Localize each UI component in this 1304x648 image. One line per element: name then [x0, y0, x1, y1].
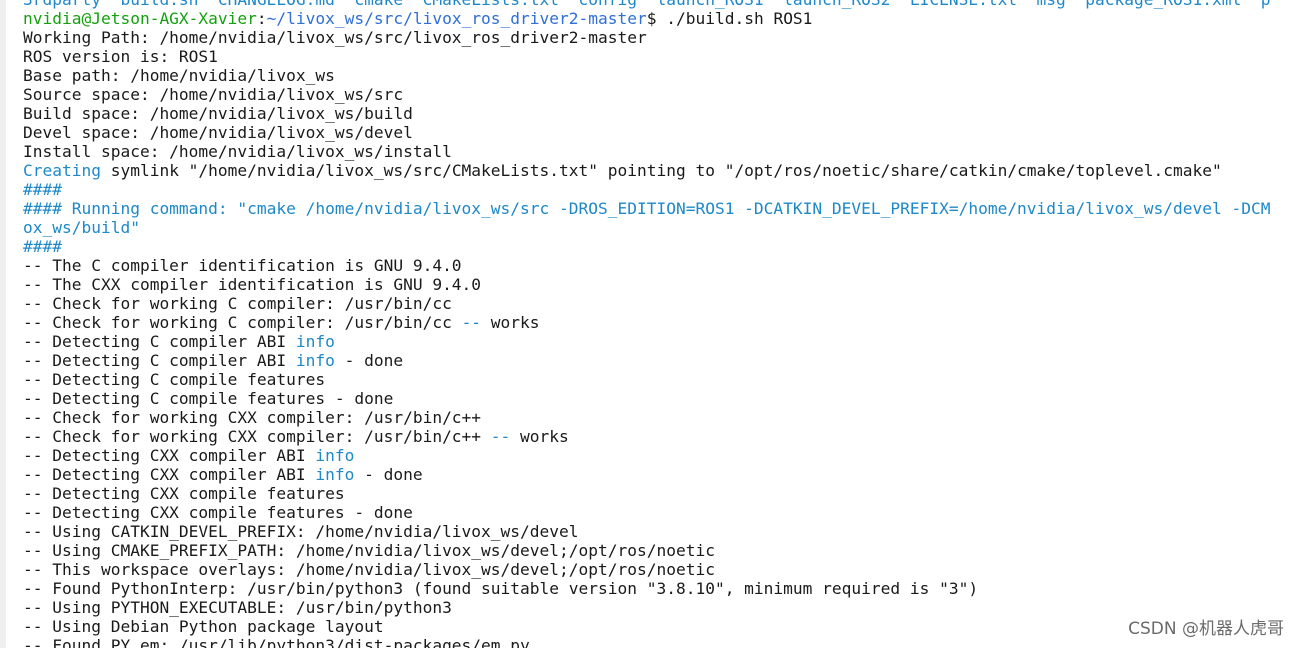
terminal-line: -- Found PythonInterp: /usr/bin/python3 …	[23, 579, 1270, 598]
terminal-text-segment: info	[315, 465, 355, 484]
terminal-line: ####	[23, 237, 1270, 256]
terminal-line: Devel space: /home/nvidia/livox_ws/devel	[23, 123, 1270, 142]
terminal-text-segment: -- Check for working C compiler: /usr/bi…	[23, 313, 462, 332]
csdn-watermark: CSDN @机器人虎哥	[1126, 619, 1286, 639]
terminal-line: -- Detecting C compiler ABI info - done	[23, 351, 1270, 370]
terminal-text-segment: -- Detecting CXX compiler ABI	[23, 446, 316, 465]
terminal-line: -- Check for working CXX compiler: /usr/…	[23, 427, 1270, 446]
terminal-line: -- Check for working C compiler: /usr/bi…	[23, 313, 1270, 332]
terminal-output[interactable]: 3rdparty build.sh CHANGELOG.md cmake CMa…	[23, 0, 1270, 648]
terminal-line: -- Detecting CXX compile features - done	[23, 503, 1270, 522]
terminal-text-segment: --	[461, 313, 482, 332]
prompt-line: nvidia@Jetson-AGX-Xavier:~/livox_ws/src/…	[23, 9, 1270, 28]
terminal-line: -- Using PYTHON_EXECUTABLE: /usr/bin/pyt…	[23, 598, 1270, 617]
terminal-text-segment: Build space: /home/nvidia/livox_ws/build	[23, 104, 413, 123]
terminal-text-segment: info	[315, 446, 355, 465]
terminal-line: Creating symlink "/home/nvidia/livox_ws/…	[23, 161, 1270, 180]
terminal-line: -- This workspace overlays: /home/nvidia…	[23, 560, 1270, 579]
terminal-line: -- Using CATKIN_DEVEL_PREFIX: /home/nvid…	[23, 522, 1270, 541]
terminal-text-segment: -- Found PY_em: /usr/lib/python3/dist-pa…	[23, 636, 530, 648]
terminal-text-segment: -- Detecting C compiler ABI	[23, 351, 296, 370]
terminal-text-segment: -- Detecting CXX compiler ABI	[23, 465, 316, 484]
terminal-text-segment: -- Using CMAKE_PREFIX_PATH: /home/nvidia…	[23, 541, 715, 560]
terminal-text-segment: ####	[23, 237, 62, 256]
terminal-text-segment: 3rdparty build.sh CHANGELOG.md cmake CMa…	[23, 0, 1270, 9]
terminal-line: ox_ws/build"	[23, 218, 1270, 237]
terminal-line: -- Detecting CXX compiler ABI info	[23, 446, 1270, 465]
terminal-text-segment: -- Check for working CXX compiler: /usr/…	[23, 408, 482, 427]
terminal-text-segment: :	[256, 9, 267, 28]
terminal-line: -- The C compiler identification is GNU …	[23, 256, 1270, 275]
terminal-gutter	[0, 0, 6, 648]
terminal-text-segment: ox_ws/build"	[23, 218, 140, 237]
terminal-text-segment: ####	[23, 180, 62, 199]
terminal-line: -- Detecting C compile features	[23, 370, 1270, 389]
terminal-line: 3rdparty build.sh CHANGELOG.md cmake CMa…	[23, 0, 1270, 9]
terminal-text-segment: info	[295, 332, 335, 351]
terminal-text-segment: Base path: /home/nvidia/livox_ws	[23, 66, 335, 85]
terminal-text-segment: --	[490, 427, 511, 446]
terminal-line: -- Check for working C compiler: /usr/bi…	[23, 294, 1270, 313]
terminal-text-segment: -- Using PYTHON_EXECUTABLE: /usr/bin/pyt…	[23, 598, 452, 617]
terminal-text-segment: Install space: /home/nvidia/livox_ws/ins…	[23, 142, 452, 161]
terminal-text-segment: - done	[334, 351, 404, 370]
terminal-text-segment: ROS version is: ROS1	[23, 47, 218, 66]
terminal-line: Source space: /home/nvidia/livox_ws/src	[23, 85, 1270, 104]
terminal-line: -- Found PY_em: /usr/lib/python3/dist-pa…	[23, 636, 1270, 648]
terminal-text-segment: Devel space: /home/nvidia/livox_ws/devel	[23, 123, 413, 142]
terminal-text-segment: -- Detecting CXX compile features - done	[23, 503, 413, 522]
terminal-text-segment: Working Path: /home/nvidia/livox_ws/src/…	[23, 28, 647, 47]
terminal-line: Build space: /home/nvidia/livox_ws/build	[23, 104, 1270, 123]
terminal-text-segment: -- Check for working C compiler: /usr/bi…	[23, 294, 452, 313]
terminal-text-segment: ~/livox_ws/src/livox_ros_driver2-master	[266, 9, 647, 28]
terminal-window[interactable]: 3rdparty build.sh CHANGELOG.md cmake CMa…	[0, 0, 1304, 648]
terminal-text-segment: -- Detecting C compile features	[23, 370, 326, 389]
terminal-line: Working Path: /home/nvidia/livox_ws/src/…	[23, 28, 1270, 47]
terminal-line: Install space: /home/nvidia/livox_ws/ins…	[23, 142, 1270, 161]
terminal-text-segment: $ ./build.sh ROS1	[646, 9, 813, 28]
terminal-text-segment: #### Running command: "cmake /home/nvidi…	[23, 199, 1271, 218]
terminal-text-segment: works	[510, 427, 569, 446]
terminal-text-segment: nvidia@Jetson-AGX-Xavier	[23, 9, 257, 28]
terminal-text-segment: -- Detecting C compile features - done	[23, 389, 394, 408]
terminal-line: -- Detecting CXX compile features	[23, 484, 1270, 503]
terminal-text-segment: symlink "/home/nvidia/livox_ws/src/CMake…	[100, 161, 1222, 180]
terminal-text-segment: -- This workspace overlays: /home/nvidia…	[23, 560, 715, 579]
terminal-text-segment: works	[481, 313, 540, 332]
terminal-text-segment: -- Using Debian Python package layout	[23, 617, 384, 636]
terminal-line: ####	[23, 180, 1270, 199]
terminal-line: -- Detecting C compile features - done	[23, 389, 1270, 408]
terminal-line: -- The CXX compiler identification is GN…	[23, 275, 1270, 294]
terminal-text-segment: -- The CXX compiler identification is GN…	[23, 275, 482, 294]
terminal-line: -- Check for working CXX compiler: /usr/…	[23, 408, 1270, 427]
terminal-text-segment: - done	[354, 465, 423, 484]
terminal-text-segment: -- Found PythonInterp: /usr/bin/python3 …	[23, 579, 979, 598]
terminal-line: -- Detecting C compiler ABI info	[23, 332, 1270, 351]
terminal-line: Base path: /home/nvidia/livox_ws	[23, 66, 1270, 85]
terminal-line: -- Detecting CXX compiler ABI info - don…	[23, 465, 1270, 484]
terminal-line: #### Running command: "cmake /home/nvidi…	[23, 199, 1270, 218]
terminal-text-segment: Creating	[23, 161, 101, 180]
terminal-line: ROS version is: ROS1	[23, 47, 1270, 66]
terminal-text-segment: -- The C compiler identification is GNU …	[23, 256, 462, 275]
terminal-text-segment: -- Check for working CXX compiler: /usr/…	[23, 427, 491, 446]
terminal-text-segment: -- Detecting CXX compile features	[23, 484, 345, 503]
terminal-text-segment: Source space: /home/nvidia/livox_ws/src	[23, 85, 404, 104]
terminal-line: -- Using Debian Python package layout	[23, 617, 1270, 636]
terminal-line: -- Using CMAKE_PREFIX_PATH: /home/nvidia…	[23, 541, 1270, 560]
terminal-text-segment: -- Detecting C compiler ABI	[23, 332, 296, 351]
terminal-text-segment: -- Using CATKIN_DEVEL_PREFIX: /home/nvid…	[23, 522, 579, 541]
terminal-text-segment: info	[295, 351, 335, 370]
